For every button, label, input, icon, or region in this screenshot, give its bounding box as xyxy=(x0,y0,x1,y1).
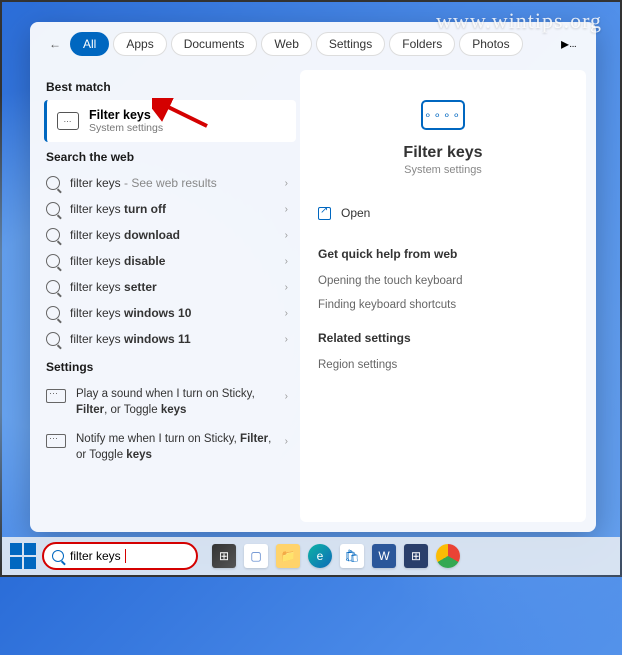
details-subtitle: System settings xyxy=(318,164,568,176)
tab-web[interactable]: Web xyxy=(261,32,311,56)
back-button[interactable]: ← xyxy=(44,33,66,55)
web-result-row[interactable]: filter keys download › xyxy=(44,222,296,248)
web-result-text: filter keys download xyxy=(70,228,275,242)
chrome-icon[interactable] xyxy=(436,544,460,568)
keyboard-hero-icon: ∘∘∘∘ xyxy=(421,100,465,130)
chevron-right-icon: › xyxy=(285,334,288,345)
quick-link[interactable]: Opening the touch keyboard xyxy=(318,269,568,293)
web-result-row[interactable]: filter keys setter › xyxy=(44,274,296,300)
web-result-text: filter keys windows 10 xyxy=(70,306,275,320)
edge-icon[interactable]: e xyxy=(308,544,332,568)
quick-link[interactable]: Finding keyboard shortcuts xyxy=(318,293,568,317)
results-left-pane: Best match ⋯ Filter keys System settings… xyxy=(30,66,296,532)
related-link[interactable]: Region settings xyxy=(318,353,568,377)
search-icon xyxy=(46,176,60,190)
search-panel: ← All Apps Documents Web Settings Folder… xyxy=(30,22,596,532)
details-pane: ∘∘∘∘ Filter keys System settings Open Ge… xyxy=(300,70,586,522)
quick-help-heading: Get quick help from web xyxy=(318,247,568,261)
chat-icon[interactable]: ▢ xyxy=(244,544,268,568)
store-icon[interactable]: 🛍 xyxy=(340,544,364,568)
taskbar: filter keys ⊞ ▢ 📁 e 🛍 W ⊞ xyxy=(2,537,620,575)
tab-apps[interactable]: Apps xyxy=(113,32,166,56)
tab-settings[interactable]: Settings xyxy=(316,32,385,56)
search-icon xyxy=(46,202,60,216)
taskview-icon[interactable]: ⊞ xyxy=(212,544,236,568)
search-icon xyxy=(46,254,60,268)
word-icon[interactable]: W xyxy=(372,544,396,568)
related-settings-heading: Related settings xyxy=(318,331,568,345)
web-result-row[interactable]: filter keys turn off › xyxy=(44,196,296,222)
calculator-icon[interactable]: ⊞ xyxy=(404,544,428,568)
web-result-text: filter keys windows 11 xyxy=(70,332,275,346)
web-result-row[interactable]: filter keys - See web results › xyxy=(44,170,296,196)
chevron-right-icon: › xyxy=(285,435,288,463)
chevron-right-icon: › xyxy=(285,308,288,319)
chevron-right-icon: › xyxy=(285,390,288,418)
best-match-heading: Best match xyxy=(46,80,296,94)
chevron-right-icon: › xyxy=(285,204,288,215)
search-icon xyxy=(46,228,60,242)
search-web-heading: Search the web xyxy=(46,150,296,164)
settings-heading: Settings xyxy=(46,360,296,374)
web-result-text: filter keys setter xyxy=(70,280,275,294)
tab-documents[interactable]: Documents xyxy=(171,32,258,56)
chevron-right-icon: › xyxy=(285,282,288,293)
open-action[interactable]: Open xyxy=(318,194,568,233)
open-label: Open xyxy=(341,206,370,220)
search-icon xyxy=(46,306,60,320)
details-title: Filter keys xyxy=(318,144,568,162)
open-icon xyxy=(318,207,331,220)
watermark-text: www.wintips.org xyxy=(436,8,602,34)
explorer-icon[interactable]: 📁 xyxy=(276,544,300,568)
chevron-right-icon: › xyxy=(285,230,288,241)
search-icon xyxy=(52,550,64,562)
settings-result-text: Play a sound when I turn on Sticky, Filt… xyxy=(76,387,275,418)
chevron-right-icon: › xyxy=(285,256,288,267)
annotation-arrow xyxy=(152,98,212,130)
settings-result-row[interactable]: Play a sound when I turn on Sticky, Filt… xyxy=(44,380,296,425)
more-tabs-button[interactable]: ▸··· xyxy=(555,34,582,54)
tab-photos[interactable]: Photos xyxy=(459,32,522,56)
web-result-text: filter keys turn off xyxy=(70,202,275,216)
start-button[interactable] xyxy=(10,543,36,569)
search-value: filter keys xyxy=(70,549,121,563)
web-result-row[interactable]: filter keys windows 11 › xyxy=(44,326,296,352)
taskbar-pinned-apps: ⊞ ▢ 📁 e 🛍 W ⊞ xyxy=(212,544,460,568)
chevron-right-icon: › xyxy=(285,178,288,189)
web-result-row[interactable]: filter keys windows 10 › xyxy=(44,300,296,326)
settings-result-text: Notify me when I turn on Sticky, Filter,… xyxy=(76,432,275,463)
keyboard-icon: ⋯ xyxy=(57,112,79,130)
web-result-text: filter keys - See web results xyxy=(70,176,275,190)
taskbar-search-input[interactable]: filter keys xyxy=(42,542,198,570)
tab-folders[interactable]: Folders xyxy=(389,32,455,56)
search-icon xyxy=(46,280,60,294)
keyboard-icon xyxy=(46,389,66,403)
keyboard-icon xyxy=(46,434,66,448)
tab-all[interactable]: All xyxy=(70,32,109,56)
web-result-text: filter keys disable xyxy=(70,254,275,268)
settings-result-row[interactable]: Notify me when I turn on Sticky, Filter,… xyxy=(44,425,296,470)
web-result-row[interactable]: filter keys disable › xyxy=(44,248,296,274)
search-icon xyxy=(46,332,60,346)
